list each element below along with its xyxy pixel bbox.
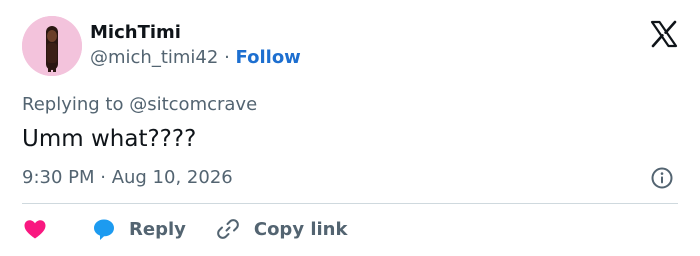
reply-context-prefix: Replying to (22, 94, 124, 115)
reply-label: Reply (129, 218, 186, 240)
link-icon (217, 219, 239, 239)
avatar[interactable] (22, 16, 82, 76)
user-handle[interactable]: @mich_timi42 (90, 47, 218, 68)
speech-bubble-icon (94, 219, 114, 240)
avatar-image (22, 16, 82, 76)
divider (22, 203, 678, 204)
tweet-timestamp[interactable]: 9:30 PM · Aug 10, 2026 (22, 166, 233, 190)
reply-mention-link[interactable]: @sitcomcrave (129, 94, 257, 115)
reply-context: Replying to @sitcomcrave (22, 93, 257, 117)
like-button[interactable] (22, 217, 48, 241)
reply-button[interactable]: Reply (92, 217, 186, 241)
tweet-embed-card: MichTimi @mich_timi42 · Follow Replying … (0, 0, 700, 256)
info-icon[interactable] (650, 166, 674, 190)
copy-link-label: Copy link (253, 218, 348, 240)
separator-dot: · (224, 47, 230, 68)
heart-icon (24, 220, 46, 239)
tweet-text: Umm what???? (22, 126, 197, 152)
action-bar: Reply Copy link (22, 215, 347, 243)
follow-button[interactable]: Follow (236, 47, 301, 68)
tweet-header: MichTimi @mich_timi42 · Follow (22, 16, 301, 76)
user-info: MichTimi @mich_timi42 · Follow (90, 22, 301, 70)
x-logo-icon[interactable] (650, 20, 678, 48)
handle-row: @mich_timi42 · Follow (90, 46, 301, 70)
display-name[interactable]: MichTimi (90, 22, 301, 44)
copy-link-button[interactable]: Copy link (216, 217, 348, 241)
